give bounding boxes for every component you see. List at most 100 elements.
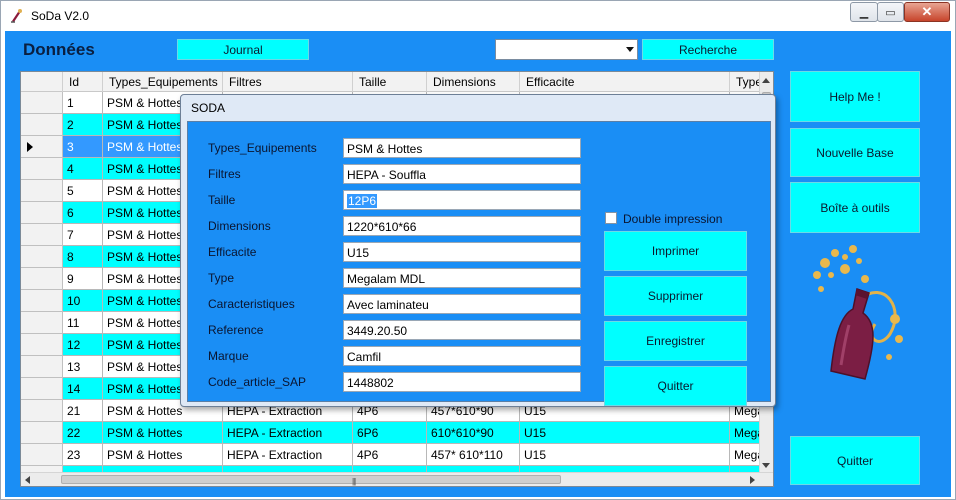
table-cell[interactable]: 21 [63,400,103,422]
table-cell[interactable]: 1 [63,92,103,114]
field-input[interactable]: Megalam MDL [343,268,581,288]
table-cell[interactable]: 9 [63,268,103,290]
table-cell[interactable]: 6P6 [353,422,427,444]
supprimer-button[interactable]: Supprimer [604,276,747,316]
field-label: Filtres [208,167,241,181]
field-input[interactable]: 3449.20.50 [343,320,581,340]
table-cell[interactable]: 5 [63,180,103,202]
scroll-left-icon[interactable] [25,476,30,484]
table-cell[interactable]: U15 [520,422,730,444]
table-cell[interactable]: PSM & Hottes [103,444,223,466]
search-combo[interactable] [495,39,638,60]
hscroll-thumb[interactable]: ||| [61,475,561,486]
journal-button[interactable]: Journal [177,39,309,60]
field-label: Reference [208,323,264,337]
table-cell[interactable]: 23 [63,444,103,466]
table-cell[interactable]: 4P6 [353,444,427,466]
nouvelle-base-button[interactable]: Nouvelle Base [790,128,920,177]
column-header-efficacite[interactable]: Efficacite [520,72,730,92]
table-cell[interactable]: 12 [63,334,103,356]
close-button[interactable]: ✕ [904,2,950,22]
field-input[interactable]: U15 [343,242,581,262]
column-header-types[interactable]: Types_Equipements [103,72,223,92]
main-window: SoDa V2.0 ▁ ▭ ✕ Données Journal Recherch… [0,0,956,500]
table-cell[interactable]: 3 [63,136,103,158]
double-impression-label[interactable]: Double impression [623,212,722,226]
field-value: 1220*610*66 [347,220,417,234]
enregistrer-button[interactable]: Enregistrer [604,321,747,361]
row-header[interactable] [21,136,63,158]
table-cell[interactable]: HEPA - Extraction [223,422,353,444]
table-cell[interactable]: 610*610*90 [427,422,520,444]
field-label: Dimensions [208,219,271,233]
field-input[interactable]: HEPA - Souffla [343,164,581,184]
table-cell[interactable]: 10 [63,290,103,312]
table-row[interactable]: 23 PSM & Hottes HEPA - Extraction 4P6 457* 6… [21,444,770,466]
row-header[interactable] [21,444,63,466]
table-cell[interactable]: PSM & Hottes [103,422,223,444]
table-cell[interactable]: 6 [63,202,103,224]
table-cell[interactable]: 8 [63,246,103,268]
field-value: Avec laminateu [347,298,429,312]
field-label: Marque [208,349,249,363]
field-input[interactable]: 1448802 [343,372,581,392]
scroll-up-icon[interactable] [762,78,770,83]
row-header[interactable] [21,334,63,356]
table-cell[interactable]: 22 [63,422,103,444]
grip-icon: ||| [352,477,356,486]
table-cell[interactable]: 13 [63,356,103,378]
scroll-down-icon[interactable] [762,463,770,468]
row-header[interactable] [21,158,63,180]
current-row-icon [27,142,33,152]
help-button[interactable]: Help Me ! [790,71,920,122]
column-header-taille[interactable]: Taille [353,72,427,92]
dialog-client: Double impression Imprimer Supprimer Enr… [187,121,771,406]
search-button[interactable]: Recherche [642,39,774,60]
row-header[interactable] [21,246,63,268]
chevron-down-icon[interactable] [626,47,634,52]
minimize-button[interactable]: ▁ [850,2,878,22]
row-header[interactable] [21,202,63,224]
table-cell[interactable]: 4 [63,158,103,180]
row-header[interactable] [21,400,63,422]
maximize-button[interactable]: ▭ [877,2,904,22]
field-input[interactable]: 1220*610*66 [343,216,581,236]
column-header-id[interactable]: Id [63,72,103,92]
row-header[interactable] [21,356,63,378]
row-header[interactable] [21,92,63,114]
row-header[interactable] [21,290,63,312]
quitter-dialog-button[interactable]: Quitter [604,366,747,406]
column-header-filtres[interactable]: Filtres [223,72,353,92]
imprimer-button[interactable]: Imprimer [604,231,747,271]
field-input[interactable]: Avec laminateu [343,294,581,314]
table-cell[interactable]: 457* 610*110 [427,444,520,466]
grid-header: Id Types_Equipements Filtres Taille Dime… [21,72,770,92]
row-header[interactable] [21,224,63,246]
field-input[interactable]: PSM & Hottes [343,138,581,158]
row-header[interactable] [21,180,63,202]
table-cell[interactable]: 14 [63,378,103,400]
field-input[interactable]: Camfil [343,346,581,366]
horizontal-scrollbar[interactable]: ||| [21,472,773,486]
field-input[interactable]: 12P6 [343,190,581,210]
boite-outils-button[interactable]: Boîte à outils [790,182,920,233]
column-header-dimensions[interactable]: Dimensions [427,72,520,92]
scroll-right-icon[interactable] [750,476,755,484]
row-header[interactable] [21,378,63,400]
row-header[interactable] [21,422,63,444]
field-value: U15 [347,246,370,260]
row-header[interactable] [21,114,63,136]
table-cell[interactable]: 2 [63,114,103,136]
table-row[interactable]: 22 PSM & Hottes HEPA - Extraction 6P6 610*61… [21,422,770,444]
table-cell[interactable]: 7 [63,224,103,246]
double-impression-checkbox[interactable] [605,212,617,224]
table-cell[interactable]: HEPA - Extraction [223,444,353,466]
window-title: SoDa V2.0 [31,9,90,23]
quitter-main-button[interactable]: Quitter [790,436,920,485]
row-header[interactable] [21,268,63,290]
field-label: Taille [208,193,236,207]
row-header[interactable] [21,312,63,334]
field-value: 1448802 [347,376,394,390]
table-cell[interactable]: U15 [520,444,730,466]
table-cell[interactable]: 11 [63,312,103,334]
